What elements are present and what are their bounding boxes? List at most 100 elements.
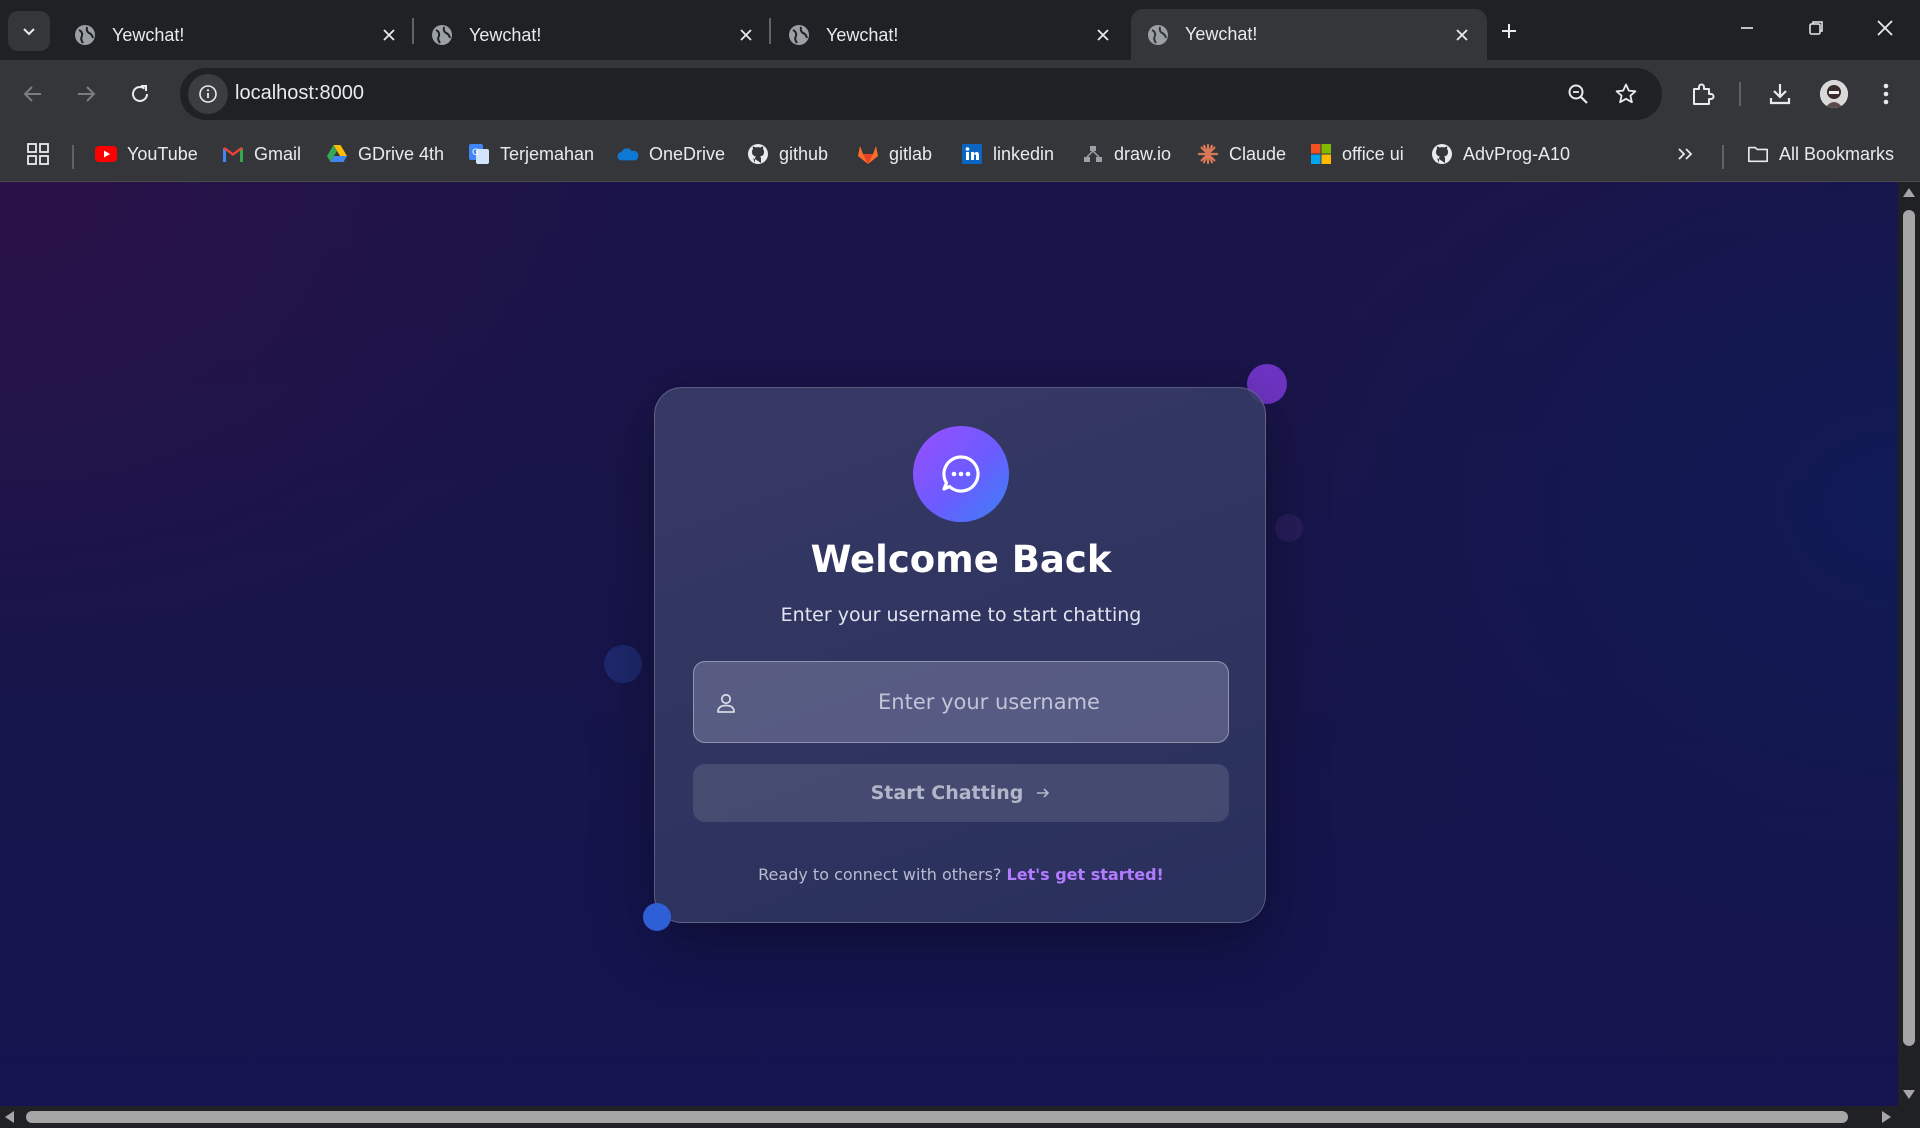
bookmarks-bar: YouTube Gmail GDrive 4th G Terjemahan On… xyxy=(0,128,1920,182)
apps-grid-icon xyxy=(27,143,49,165)
bookmark-label: AdvProg-A10 xyxy=(1463,143,1571,164)
tab-search-button[interactable] xyxy=(8,11,50,51)
bookmark-label: OneDrive xyxy=(649,143,726,164)
double-chevron-right-icon xyxy=(1678,148,1693,160)
minimize-button[interactable] xyxy=(1722,8,1772,48)
reload-button[interactable] xyxy=(118,72,162,116)
zoom-icon xyxy=(1568,84,1588,104)
chat-logo xyxy=(913,426,1009,522)
scroll-left-icon[interactable] xyxy=(5,1111,14,1123)
youtube-icon xyxy=(95,143,117,165)
tab-2[interactable]: Yewchat! xyxy=(415,10,771,60)
tab-strip: Yewchat! Yewchat! Yewchat! Yewchat! xyxy=(0,0,1920,60)
close-window-button[interactable] xyxy=(1860,8,1910,48)
page-title: Welcome Back xyxy=(810,538,1112,581)
globe-icon xyxy=(432,25,452,45)
page-viewport: Welcome Back Enter your username to star… xyxy=(0,182,1898,1106)
drawio-icon xyxy=(1082,143,1104,165)
decorative-orb xyxy=(643,903,671,931)
forward-button[interactable] xyxy=(64,72,108,116)
zoom-button[interactable] xyxy=(1562,78,1594,110)
profile-avatar[interactable] xyxy=(1820,80,1848,108)
tab-3[interactable]: Yewchat! xyxy=(772,10,1128,60)
bookmark-advprog-a10[interactable]: AdvProg-A10 xyxy=(1431,136,1570,172)
footer-text: Ready to connect with others? xyxy=(758,865,1002,884)
tab-title: Yewchat! xyxy=(1185,24,1258,44)
gitlab-icon xyxy=(857,143,879,165)
user-icon xyxy=(717,693,735,713)
bookmark-claude[interactable]: Claude xyxy=(1197,136,1286,172)
office-icon xyxy=(1310,143,1332,165)
translate-icon: G xyxy=(468,143,490,165)
all-bookmarks-button[interactable]: All Bookmarks xyxy=(1747,136,1894,172)
bookmark-youtube[interactable]: YouTube xyxy=(95,136,198,172)
decorative-orb xyxy=(1275,514,1303,542)
username-input[interactable] xyxy=(754,662,1224,742)
scroll-down-icon[interactable] xyxy=(1903,1090,1915,1099)
close-icon[interactable] xyxy=(735,24,757,46)
new-tab-button[interactable] xyxy=(1491,13,1527,49)
extensions-button[interactable] xyxy=(1683,74,1723,114)
scrollbar-thumb[interactable] xyxy=(26,1111,1848,1123)
bookmark-gitlab[interactable]: gitlab xyxy=(857,136,932,172)
close-icon[interactable] xyxy=(378,24,400,46)
bookmark-drawio[interactable]: draw.io xyxy=(1082,136,1171,172)
gdrive-icon xyxy=(326,143,348,165)
scroll-up-icon[interactable] xyxy=(1903,188,1915,197)
chat-bubble-icon xyxy=(942,455,980,493)
download-icon xyxy=(1769,84,1791,105)
horizontal-scrollbar[interactable] xyxy=(0,1106,1920,1128)
downloads-button[interactable] xyxy=(1760,74,1800,114)
start-chatting-label: Start Chatting xyxy=(870,782,1024,804)
vertical-scrollbar[interactable] xyxy=(1898,182,1920,1106)
tab-divider xyxy=(412,18,414,44)
bookmark-label: Gmail xyxy=(254,143,302,164)
bookmark-gmail[interactable]: Gmail xyxy=(222,136,301,172)
site-info-button[interactable] xyxy=(188,74,228,114)
close-icon xyxy=(1877,20,1893,36)
globe-icon xyxy=(1148,24,1168,45)
apps-button[interactable] xyxy=(26,136,50,172)
scrollbar-thumb[interactable] xyxy=(1903,210,1915,1046)
bookmark-gdrive[interactable]: GDrive 4th xyxy=(326,136,444,172)
footer-line: Ready to connect with others? Let's get … xyxy=(655,865,1267,884)
back-button[interactable] xyxy=(11,72,55,116)
scroll-right-icon[interactable] xyxy=(1882,1111,1891,1123)
close-icon[interactable] xyxy=(1451,24,1473,46)
get-started-link[interactable]: Let's get started! xyxy=(1007,865,1164,884)
bookmark-onedrive[interactable]: OneDrive xyxy=(617,136,725,172)
globe-icon xyxy=(789,25,809,45)
info-icon xyxy=(199,85,217,103)
close-icon[interactable] xyxy=(1092,24,1114,46)
avatar-icon xyxy=(1820,80,1848,108)
toolbar-divider xyxy=(1739,82,1741,106)
restore-button[interactable] xyxy=(1791,8,1841,48)
linkedin-icon xyxy=(961,143,983,165)
bookmark-label: YouTube xyxy=(127,143,198,164)
restore-icon xyxy=(1809,21,1823,35)
arrow-right-icon xyxy=(1037,788,1050,798)
bookmark-star-button[interactable] xyxy=(1610,78,1642,110)
login-card: Welcome Back Enter your username to star… xyxy=(654,387,1266,923)
bookmark-label: GDrive 4th xyxy=(358,143,445,164)
plus-icon xyxy=(1502,24,1516,38)
tab-title: Yewchat! xyxy=(469,24,542,45)
tab-title: Yewchat! xyxy=(826,24,899,45)
bookmark-label: office ui xyxy=(1342,143,1404,164)
url-text[interactable]: localhost:8000 xyxy=(235,82,364,105)
arrow-right-icon xyxy=(78,86,96,102)
bookmark-github[interactable]: github xyxy=(747,136,828,172)
bookmark-label: draw.io xyxy=(1114,143,1172,164)
tab-1[interactable]: Yewchat! xyxy=(58,10,414,60)
tab-4-active[interactable]: Yewchat! xyxy=(1131,9,1487,60)
tab-title: Yewchat! xyxy=(112,24,185,45)
address-bar[interactable]: localhost:8000 xyxy=(180,68,1662,120)
more-bookmarks-button[interactable] xyxy=(1676,136,1694,172)
bookmark-terjemahan[interactable]: G Terjemahan xyxy=(468,136,594,172)
browser-menu-button[interactable] xyxy=(1866,74,1906,114)
bookmark-office-ui[interactable]: office ui xyxy=(1310,136,1404,172)
username-field[interactable] xyxy=(693,661,1229,743)
start-chatting-button[interactable]: Start Chatting xyxy=(693,764,1229,822)
bookmark-linkedin[interactable]: linkedin xyxy=(961,136,1054,172)
decorative-orb xyxy=(604,645,642,683)
